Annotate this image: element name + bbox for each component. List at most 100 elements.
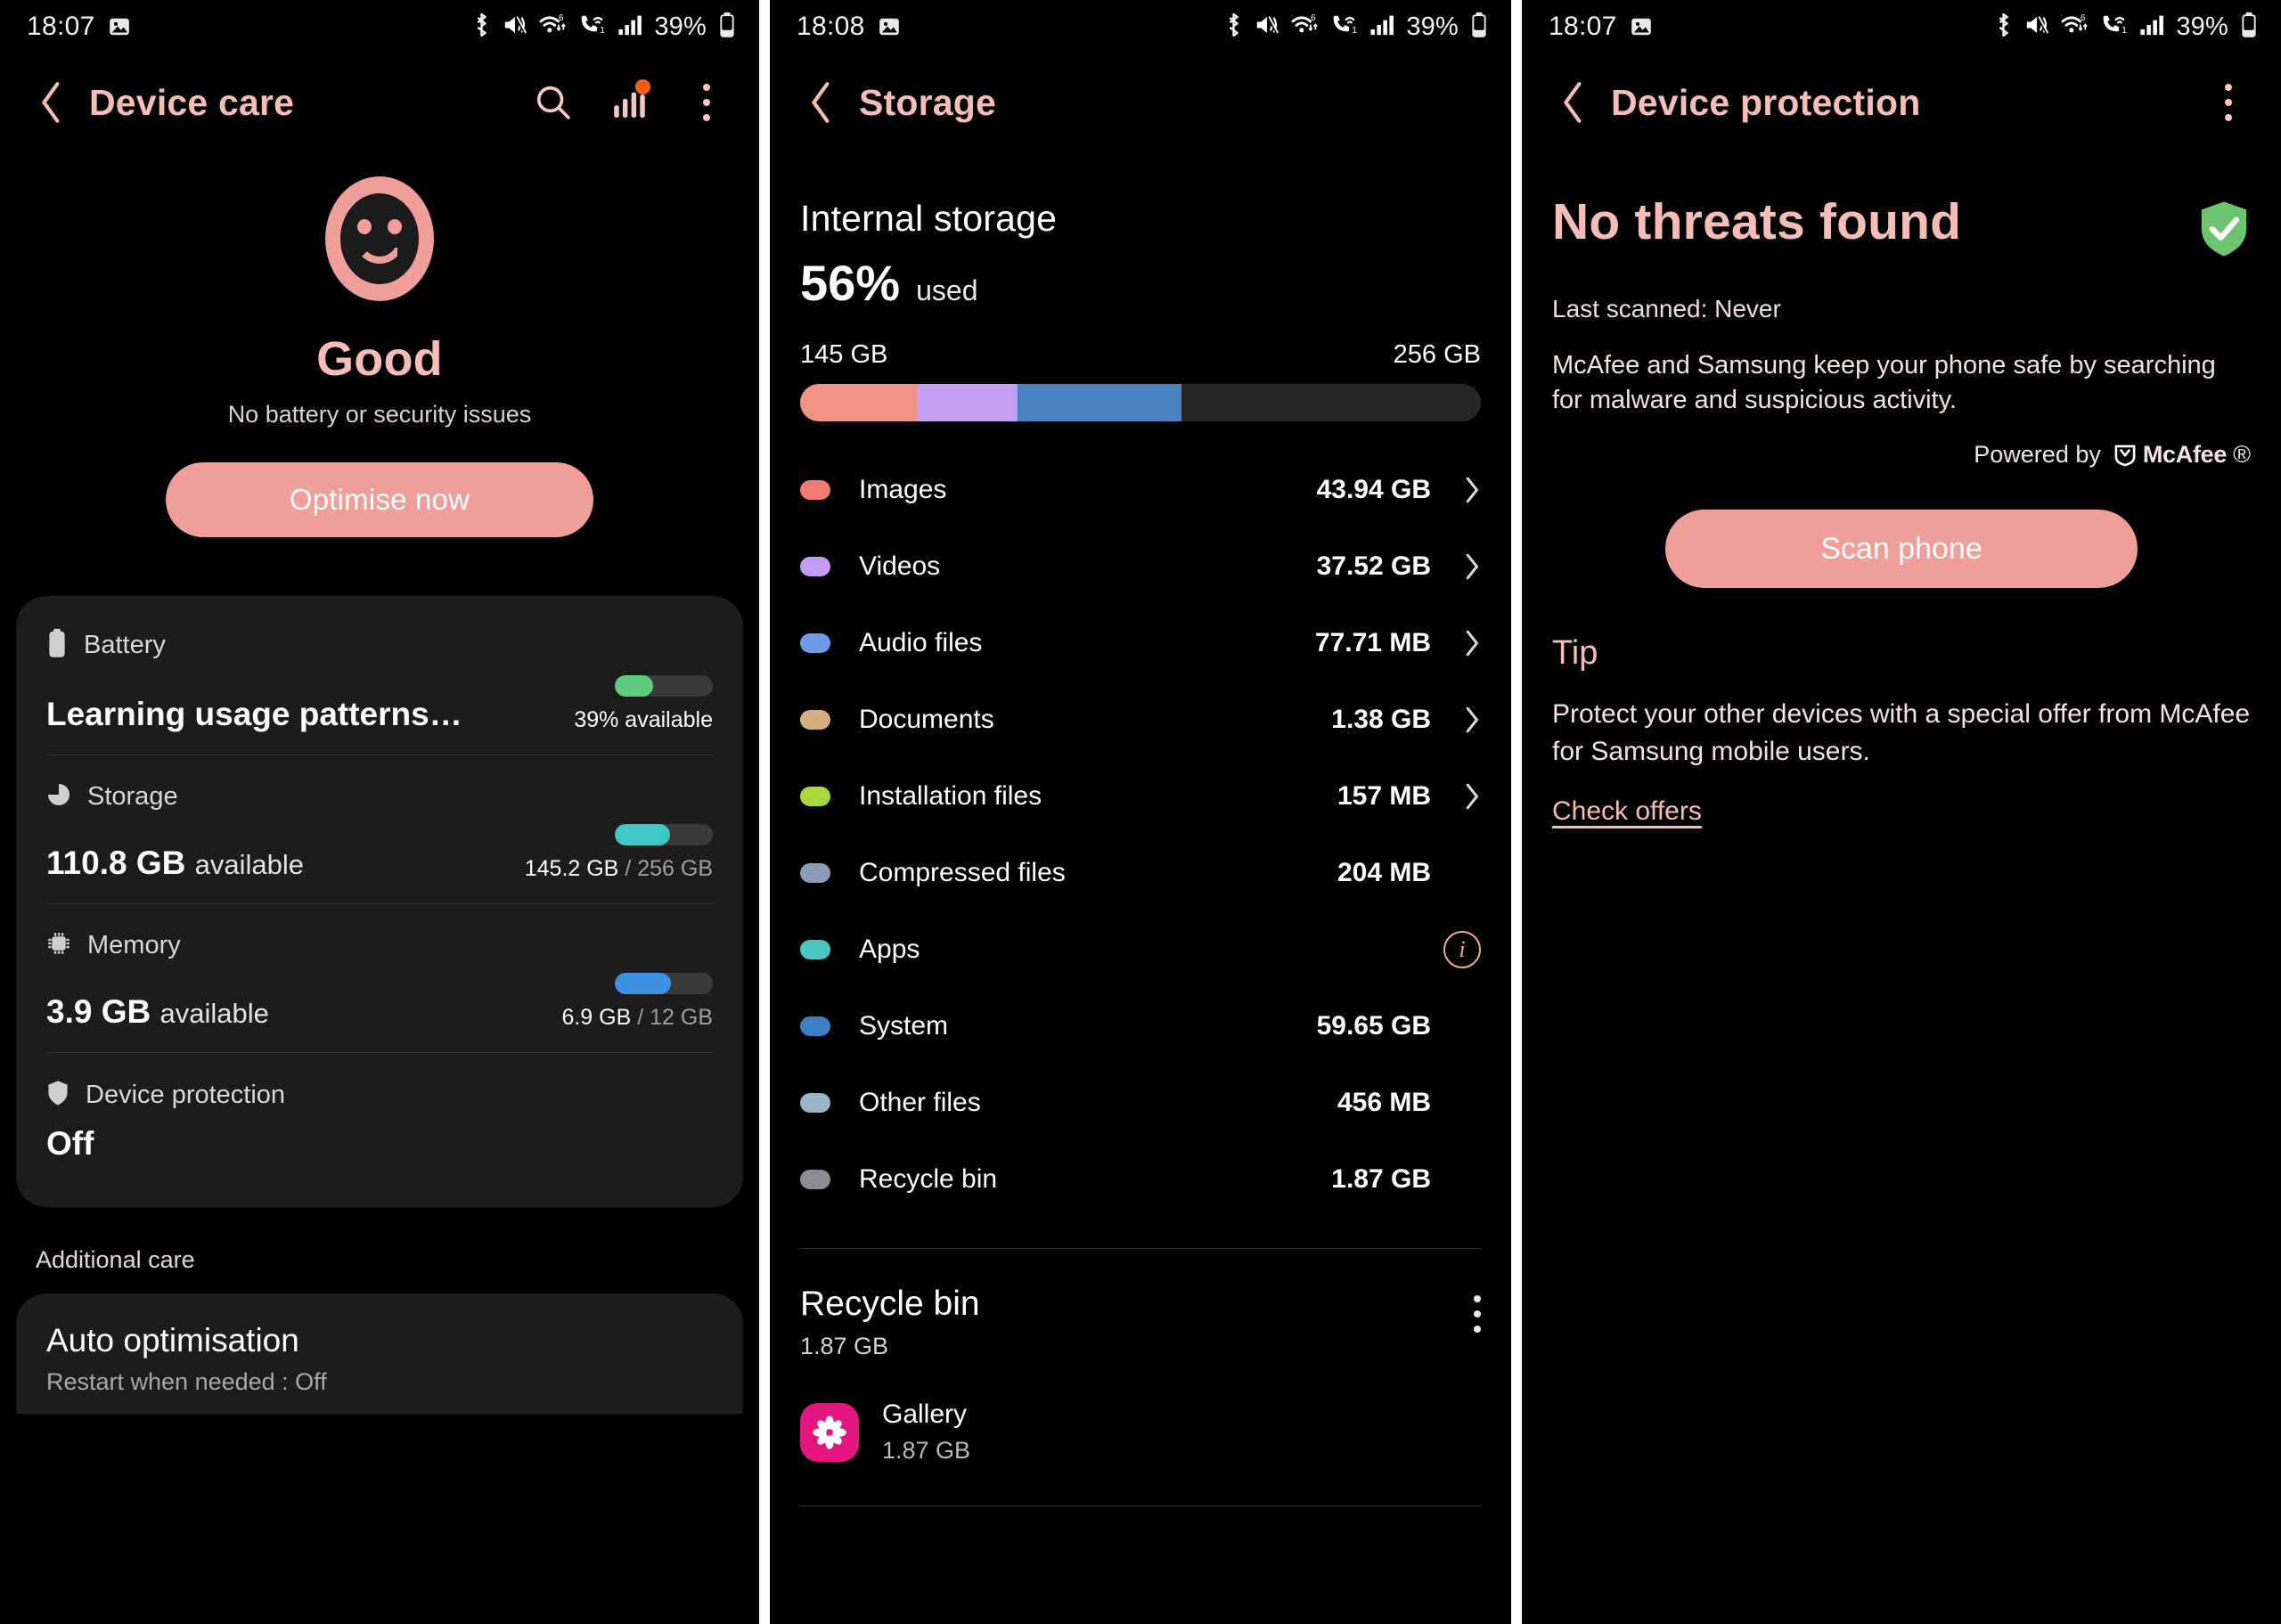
panel-storage: 18:08 6 1 39% Storage Internal storage 5… xyxy=(770,0,1511,1624)
status-bar: 18:08 6 1 39% xyxy=(770,0,1511,53)
storage-segment xyxy=(800,384,918,421)
category-color-swatch xyxy=(800,710,830,730)
storage-segment xyxy=(1017,384,1181,421)
signal-bars-icon xyxy=(2139,13,2164,41)
category-color-swatch xyxy=(800,787,830,806)
info-icon[interactable]: i xyxy=(1443,931,1481,968)
bluetooth-icon xyxy=(1224,12,1243,43)
storage-category-row[interactable]: Apps i xyxy=(800,911,1481,988)
more-options-icon[interactable] xyxy=(2206,80,2251,125)
memory-available-unit: available xyxy=(159,998,269,1029)
additional-care-label: Additional care xyxy=(36,1246,195,1273)
chevron-right-icon[interactable] xyxy=(1451,706,1481,734)
storage-category-list: Images 43.94 GB Videos 37.52 GB Audio files 7… xyxy=(800,452,1481,1218)
storage-used-label: used xyxy=(916,274,978,306)
category-name: Images xyxy=(859,475,947,504)
category-color-swatch xyxy=(800,1170,830,1189)
auto-optimisation-title: Auto optimisation xyxy=(46,1322,299,1359)
category-color-swatch xyxy=(800,1093,830,1113)
battery-icon xyxy=(46,628,68,663)
device-protection-state: Off xyxy=(46,1125,94,1162)
battery-percentage: 39% xyxy=(1406,12,1459,41)
card-row-label: Memory xyxy=(87,931,181,959)
divider xyxy=(800,1248,1481,1249)
battery-mini-bar xyxy=(615,675,713,697)
check-offers-link[interactable]: Check offers xyxy=(1552,796,1702,827)
card-row-memory[interactable]: Memory 3.9 GB available 6.9 GB / 12 GB xyxy=(46,903,713,1052)
auto-optimisation-card[interactable]: Auto optimisation Restart when needed : … xyxy=(16,1293,743,1414)
storage-category-row[interactable]: Installation files 157 MB xyxy=(800,758,1481,835)
storage-category-row[interactable]: Documents 1.38 GB xyxy=(800,681,1481,758)
status-icons: 6 1 39% xyxy=(472,12,736,43)
back-arrow-icon[interactable] xyxy=(1549,78,1598,127)
status-time: 18:07 xyxy=(27,12,95,41)
svg-text:1: 1 xyxy=(2122,26,2128,36)
page-title: Device care xyxy=(89,81,295,123)
category-size: 43.94 GB xyxy=(1316,475,1431,504)
scan-phone-button[interactable]: Scan phone xyxy=(1665,510,2138,589)
memory-total: / 12 GB xyxy=(631,1005,713,1030)
storage-category-row[interactable]: Recycle bin 1.87 GB xyxy=(800,1141,1481,1218)
more-options-icon[interactable] xyxy=(1474,1295,1481,1333)
category-name: Compressed files xyxy=(859,858,1066,887)
back-arrow-icon[interactable] xyxy=(27,78,77,127)
storage-segment xyxy=(917,384,1018,421)
storage-category-row[interactable]: Compressed files 204 MB xyxy=(800,835,1481,911)
storage-available-unit: available xyxy=(194,849,304,880)
storage-used: 145.2 GB xyxy=(524,856,619,881)
chevron-right-icon[interactable] xyxy=(1451,552,1481,581)
vibrate-mute-icon xyxy=(503,13,527,41)
card-row-storage[interactable]: Storage 110.8 GB available 145.2 GB / 25… xyxy=(46,755,713,903)
wifi-6-icon: 6 xyxy=(2061,12,2089,41)
vibrate-mute-icon xyxy=(1255,13,1279,41)
category-size: 157 MB xyxy=(1337,781,1431,811)
storage-category-row[interactable]: System 59.65 GB xyxy=(800,988,1481,1065)
status-time: 18:08 xyxy=(797,12,865,41)
category-color-swatch xyxy=(800,1016,830,1036)
storage-total: / 256 GB xyxy=(618,856,713,881)
image-icon xyxy=(1630,15,1653,38)
chevron-right-icon[interactable] xyxy=(1451,476,1481,504)
storage-min-label: 145 GB xyxy=(800,340,888,369)
category-size: 37.52 GB xyxy=(1316,551,1431,581)
panel-device-care: 18:07 6 1 39% Device care Good No batter… xyxy=(0,0,759,1624)
chevron-right-icon[interactable] xyxy=(1451,629,1481,657)
storage-category-row[interactable]: Videos 37.52 GB xyxy=(800,528,1481,605)
storage-mini-bar xyxy=(615,824,713,845)
optimise-now-button[interactable]: Optimise now xyxy=(166,462,593,537)
chevron-right-icon[interactable] xyxy=(1451,782,1481,811)
smiley-face-icon xyxy=(325,176,434,301)
recycle-bin-app-row[interactable]: Gallery 1.87 GB xyxy=(800,1400,1481,1465)
storage-category-row[interactable]: Other files 456 MB xyxy=(800,1065,1481,1141)
storage-category-row[interactable]: Audio files 77.71 MB xyxy=(800,605,1481,681)
stats-bar-icon[interactable] xyxy=(608,79,652,125)
recycle-bin-size: 1.87 GB xyxy=(800,1333,889,1359)
battery-icon xyxy=(718,12,736,43)
status-icons: 6 1 39% xyxy=(1224,12,1488,43)
storage-content: Internal storage 56% used 145 GB 256 GB … xyxy=(770,198,1511,1506)
back-arrow-icon[interactable] xyxy=(797,78,846,127)
mcafee-wordmark: McAfee xyxy=(2142,441,2228,469)
device-status-card: Battery Learning usage patterns… 39% ava… xyxy=(16,596,743,1207)
vibrate-mute-icon xyxy=(2024,13,2049,41)
card-row-battery[interactable]: Battery Learning usage patterns… 39% ava… xyxy=(46,601,713,755)
status-time: 18:07 xyxy=(1549,12,1617,41)
category-size: 59.65 GB xyxy=(1316,1011,1431,1041)
card-row-device-protection[interactable]: Device protection Off xyxy=(46,1052,713,1184)
recycle-bin-section[interactable]: Recycle bin 1.87 GB xyxy=(800,1285,1481,1360)
card-row-label: Storage xyxy=(87,782,178,811)
memory-available-value: 3.9 GB xyxy=(46,993,151,1030)
threat-status-title: No threats found xyxy=(1552,193,1962,250)
more-options-icon[interactable] xyxy=(684,80,729,125)
memory-chip-icon xyxy=(46,931,71,960)
page-title: Device protection xyxy=(1611,81,1921,123)
wifi-6-icon: 6 xyxy=(539,12,567,41)
memory-mini-bar xyxy=(615,973,713,994)
storage-max-label: 256 GB xyxy=(1393,340,1481,369)
recycle-bin-title: Recycle bin xyxy=(800,1285,980,1323)
app-bar-actions xyxy=(531,79,729,125)
last-scanned-text: Last scanned: Never xyxy=(1552,295,1781,322)
search-icon[interactable] xyxy=(531,80,576,125)
memory-used: 6.9 GB xyxy=(561,1005,632,1030)
storage-category-row[interactable]: Images 43.94 GB xyxy=(800,452,1481,528)
